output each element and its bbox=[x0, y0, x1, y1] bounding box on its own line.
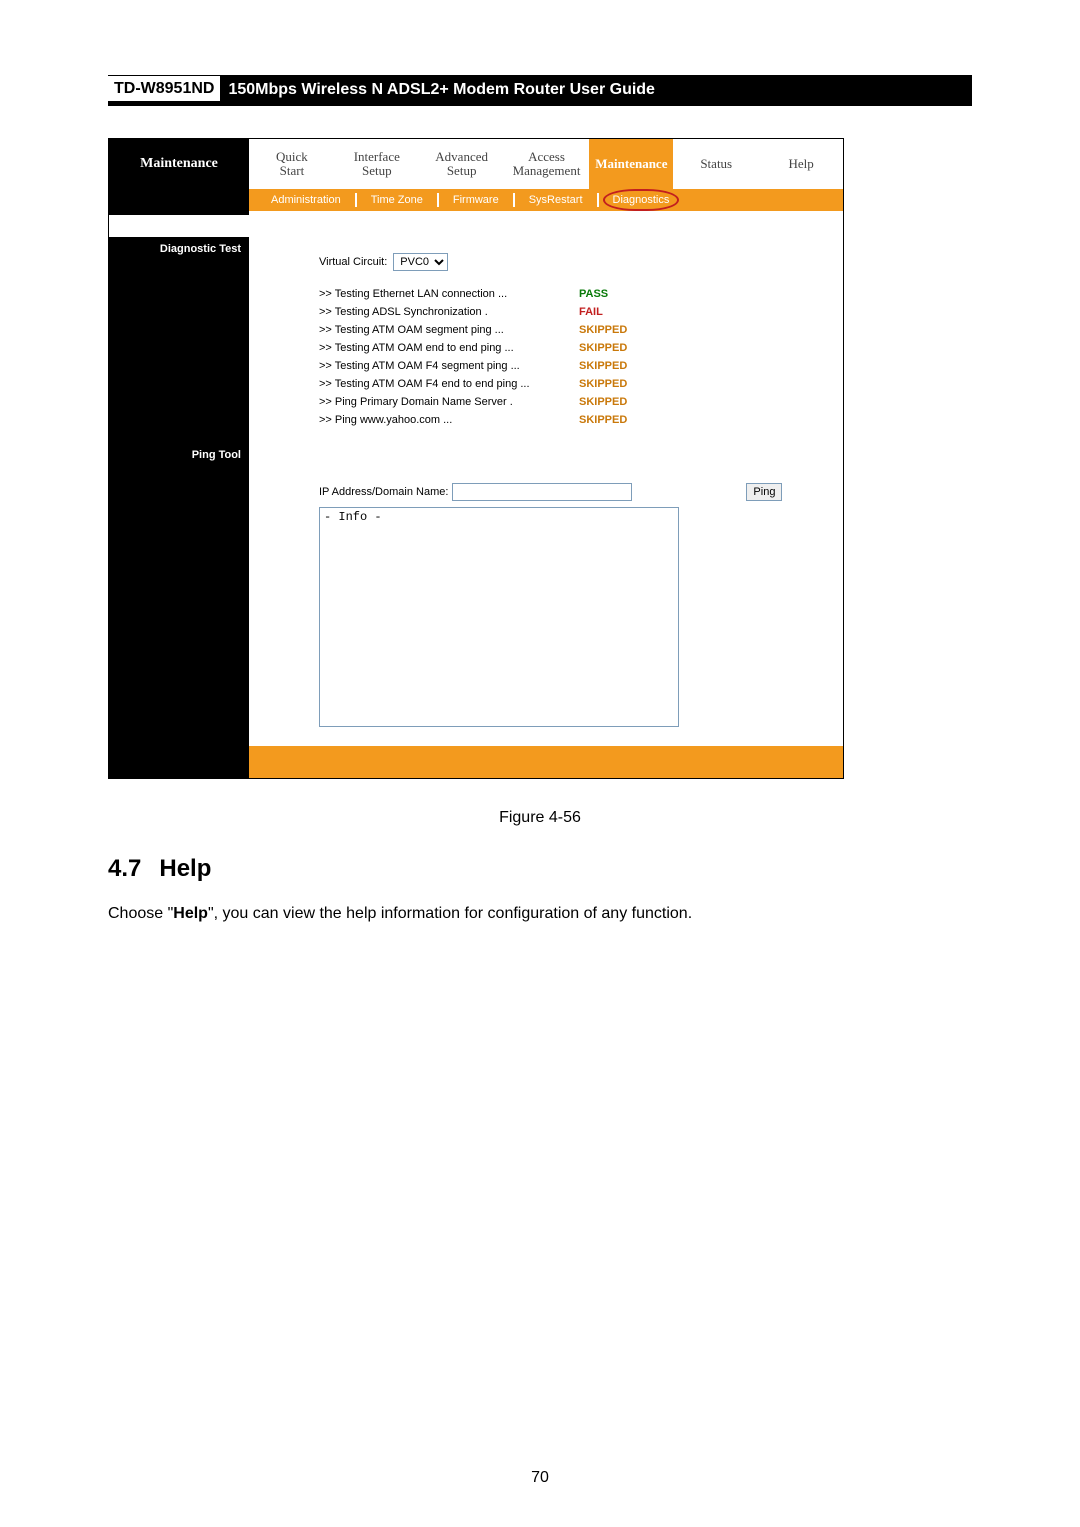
tab-maintenance[interactable]: Maintenance bbox=[588, 139, 673, 189]
diagnostic-row: >> Testing ATM OAM segment ping ...SKIPP… bbox=[319, 321, 833, 339]
tab-access-management[interactable]: AccessManagement bbox=[504, 139, 589, 189]
document-header: TD-W8951ND 150Mbps Wireless N ADSL2+ Mod… bbox=[108, 75, 972, 103]
diagnostic-results: >> Testing Ethernet LAN connection ...PA… bbox=[259, 285, 833, 437]
top-tabs: Maintenance QuickStart InterfaceSetup Ad… bbox=[109, 139, 843, 189]
diagnostic-desc: >> Testing ATM OAM segment ping ... bbox=[319, 321, 579, 339]
ping-button[interactable]: Ping bbox=[746, 483, 782, 501]
ping-address-input[interactable] bbox=[452, 483, 632, 501]
diagnostic-desc: >> Testing ATM OAM F4 end to end ping ..… bbox=[319, 375, 579, 393]
virtual-circuit-select[interactable]: PVC0 bbox=[393, 253, 448, 271]
diagnostic-result: SKIPPED bbox=[579, 321, 627, 339]
sub-tabs: Administration Time Zone Firmware SysRes… bbox=[109, 189, 843, 211]
section-number: 4.7 bbox=[108, 855, 141, 882]
section-heading: 4.7 Help bbox=[108, 855, 972, 883]
subtab-time-zone[interactable]: Time Zone bbox=[357, 193, 439, 207]
diagnostic-desc: >> Testing ATM OAM F4 segment ping ... bbox=[319, 357, 579, 375]
subtab-firmware[interactable]: Firmware bbox=[439, 193, 515, 207]
page-category-label: Maintenance bbox=[109, 139, 249, 189]
diagnostic-row: >> Testing ATM OAM F4 end to end ping ..… bbox=[319, 375, 833, 393]
diagnostic-result: SKIPPED bbox=[579, 393, 627, 411]
tab-advanced-setup[interactable]: AdvancedSetup bbox=[419, 139, 504, 189]
diagnostic-desc: >> Testing ADSL Synchronization . bbox=[319, 303, 579, 321]
diagnostic-result: FAIL bbox=[579, 303, 603, 321]
tab-help[interactable]: Help bbox=[758, 139, 843, 189]
diagnostic-row: >> Testing ADSL Synchronization .FAIL bbox=[319, 303, 833, 321]
router-admin-screenshot: Maintenance QuickStart InterfaceSetup Ad… bbox=[108, 138, 844, 779]
diagnostic-row: >> Ping www.yahoo.com ...SKIPPED bbox=[319, 411, 833, 429]
diagnostic-desc: >> Testing Ethernet LAN connection ... bbox=[319, 285, 579, 303]
tab-interface-setup[interactable]: InterfaceSetup bbox=[334, 139, 419, 189]
ping-address-label: IP Address/Domain Name: bbox=[319, 486, 448, 498]
page-number: 70 bbox=[0, 1469, 1080, 1487]
tab-quick-start[interactable]: QuickStart bbox=[249, 139, 334, 189]
diagnostic-result: PASS bbox=[579, 285, 608, 303]
subtab-sysrestart[interactable]: SysRestart bbox=[515, 193, 599, 207]
ping-output[interactable]: - Info - bbox=[319, 507, 679, 727]
footer-bar bbox=[109, 746, 843, 778]
diagnostic-row: >> Testing Ethernet LAN connection ...PA… bbox=[319, 285, 833, 303]
diagnostic-row: >> Ping Primary Domain Name Server .SKIP… bbox=[319, 393, 833, 411]
diagnostic-result: SKIPPED bbox=[579, 375, 627, 393]
section-diagnostic-test: Diagnostic Test bbox=[109, 237, 249, 443]
diagnostic-result: SKIPPED bbox=[579, 339, 627, 357]
tab-status[interactable]: Status bbox=[673, 139, 758, 189]
virtual-circuit-label: Virtual Circuit: bbox=[319, 256, 387, 268]
diagnostic-result: SKIPPED bbox=[579, 357, 627, 375]
diagnostic-row: >> Testing ATM OAM F4 segment ping ...SK… bbox=[319, 357, 833, 375]
diagnostic-result: SKIPPED bbox=[579, 411, 627, 429]
figure-caption: Figure 4-56 bbox=[108, 809, 972, 827]
subtab-diagnostics[interactable]: Diagnostics bbox=[599, 193, 684, 207]
body-paragraph: Choose "Help", you can view the help inf… bbox=[108, 905, 972, 923]
subtab-administration[interactable]: Administration bbox=[257, 193, 357, 207]
diagnostic-row: >> Testing ATM OAM end to end ping ...SK… bbox=[319, 339, 833, 357]
diagnostic-desc: >> Testing ATM OAM end to end ping ... bbox=[319, 339, 579, 357]
section-ping-tool: Ping Tool bbox=[109, 443, 249, 746]
doc-title: 150Mbps Wireless N ADSL2+ Modem Router U… bbox=[220, 76, 972, 103]
diagnostic-desc: >> Ping www.yahoo.com ... bbox=[319, 411, 579, 429]
model-badge: TD-W8951ND bbox=[108, 76, 220, 103]
section-title: Help bbox=[159, 855, 211, 882]
diagnostic-desc: >> Ping Primary Domain Name Server . bbox=[319, 393, 579, 411]
